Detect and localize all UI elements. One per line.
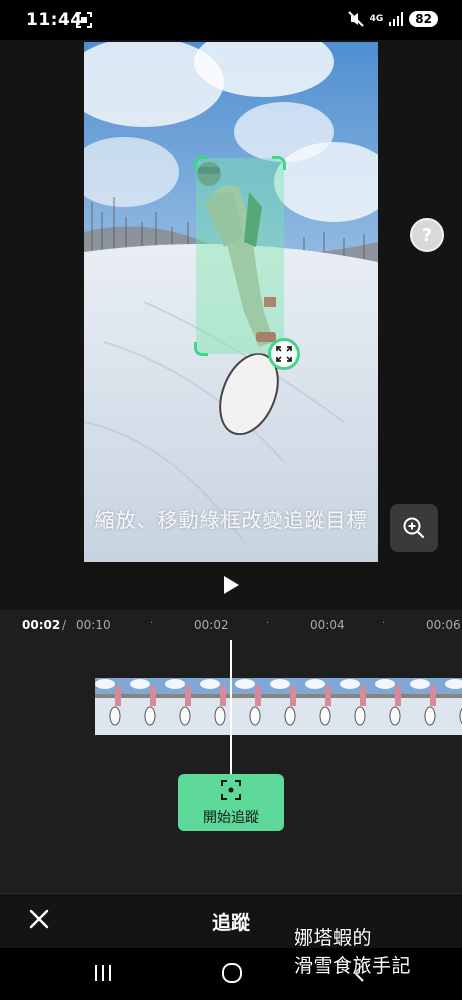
timeline-panel: 00:02 / 00:10 · 00:02 · 00:04 · 00:06 開始…: [0, 610, 462, 893]
mute-icon: [347, 11, 364, 27]
watermark-line: 滑雪食旅手記: [294, 955, 412, 977]
zoom-in-icon: [403, 517, 425, 539]
playhead[interactable]: [230, 640, 232, 776]
focus-target-icon: [221, 779, 241, 800]
expand-icon: [276, 346, 292, 362]
video-filmstrip[interactable]: [95, 678, 462, 735]
screen-capture-icon: [76, 12, 92, 28]
home-icon: [222, 963, 242, 983]
total-duration: 00:10: [76, 618, 111, 632]
help-button[interactable]: ?: [410, 218, 444, 252]
time-separator: /: [62, 618, 67, 632]
home-button[interactable]: [221, 962, 243, 984]
status-icons: 4G 82: [347, 11, 438, 27]
tracking-box[interactable]: [194, 156, 286, 356]
ruler-dot: ·: [266, 618, 270, 629]
tracking-box-corner: [194, 156, 208, 170]
video-frame[interactable]: 縮放、移動綠框改變追蹤目標: [84, 42, 378, 562]
watermark: 娜塔蝦的 滑雪食旅手記: [294, 924, 411, 980]
watermark-line: 娜塔蝦的: [294, 927, 373, 949]
ruler-tick: 00:04: [310, 618, 345, 632]
zoom-button[interactable]: [390, 504, 438, 552]
filmstrip-thumbnails: [95, 678, 462, 735]
current-time: 00:02: [22, 618, 61, 632]
ruler-tick: 00:06: [426, 618, 461, 632]
resize-handle[interactable]: [268, 338, 300, 370]
video-preview-area: 縮放、移動綠框改變追蹤目標 ?: [0, 40, 462, 610]
tracking-box-corner: [272, 156, 286, 170]
ruler-dot: ·: [382, 618, 386, 629]
tracking-hint-text: 縮放、移動綠框改變追蹤目標: [94, 508, 368, 532]
ruler-tick: 00:02: [194, 618, 229, 632]
status-bar: 11:44 4G 82: [0, 0, 462, 40]
battery-indicator: 82: [409, 11, 438, 27]
play-icon: [224, 576, 239, 594]
start-tracking-button[interactable]: 開始追蹤: [178, 774, 284, 831]
status-time: 11:44: [26, 10, 83, 30]
signal-icon: [389, 12, 404, 26]
start-tracking-label: 開始追蹤: [203, 809, 259, 826]
tracking-box-corner: [194, 342, 208, 356]
recent-apps-button[interactable]: [93, 964, 113, 982]
question-icon: ?: [421, 224, 433, 246]
ruler-dot: ·: [150, 618, 154, 629]
play-button[interactable]: [220, 574, 242, 596]
recent-apps-icon: [95, 965, 111, 981]
network-type: 4G: [369, 13, 384, 24]
